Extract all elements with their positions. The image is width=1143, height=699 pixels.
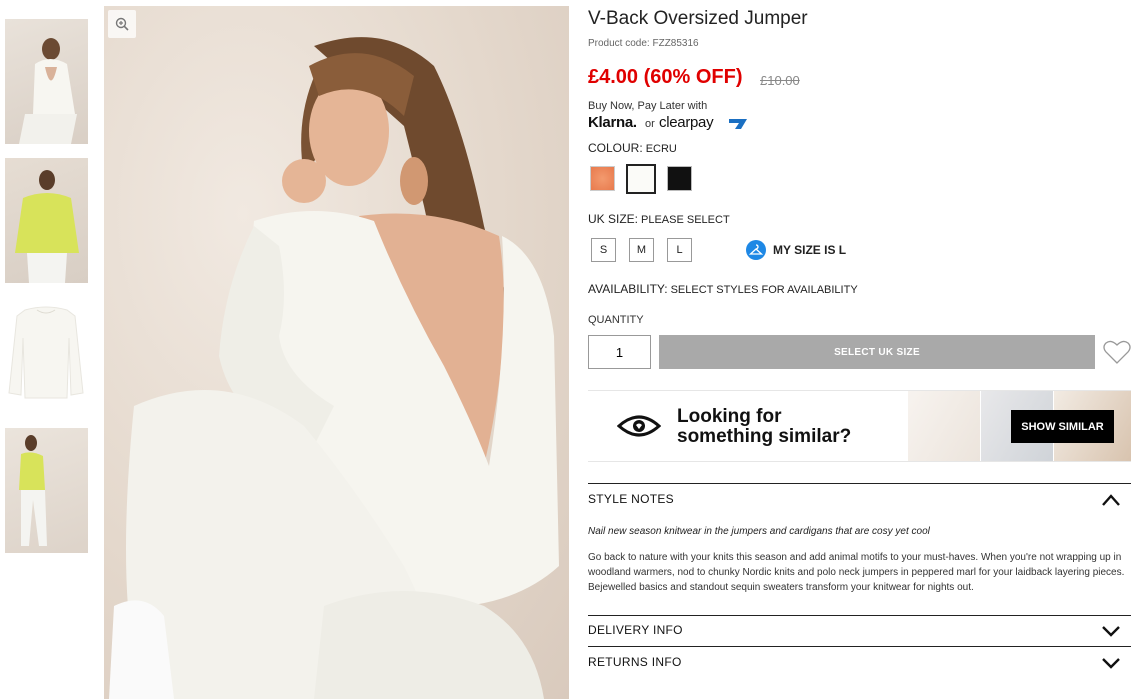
chevron-up-icon[interactable] [1101,493,1121,507]
heart-icon[interactable] [1102,338,1132,366]
model-illustration [109,37,559,699]
colour-label: COLOUR: ECRU [588,141,677,155]
quantity-input[interactable] [588,335,651,369]
size-button-s[interactable]: S [591,238,616,262]
chevron-down-icon[interactable] [1101,624,1121,638]
quantity-label: QUANTITY [588,314,644,326]
availability-label: AVAILABILITY: [588,282,668,296]
clearpay-arrow-icon [729,119,747,129]
thumbnail-full-length-image [19,435,47,546]
sale-price: £4.00 (60% OFF) [588,66,743,88]
hanger-glyph [749,244,763,255]
my-size-link[interactable]: MY SIZE IS L [773,243,846,257]
divider [588,483,1131,484]
style-notes-toggle[interactable]: STYLE NOTES [588,492,674,506]
colour-swatch-coral[interactable] [590,166,615,191]
style-notes-intro: Nail new season knitwear in the jumpers … [588,526,930,537]
colour-swatch-black[interactable] [667,166,692,191]
availability: AVAILABILITY: SELECT STYLES FOR AVAILABIL… [588,282,858,296]
hanger-icon[interactable] [746,240,766,260]
thumbnail-3[interactable] [5,298,88,423]
zoom-button[interactable] [108,10,136,38]
delivery-info-toggle[interactable]: DELIVERY INFO [588,623,683,637]
availability-value: SELECT STYLES FOR AVAILABILITY [670,284,858,296]
payment-or-text: or [645,118,655,130]
similar-heading: Looking for something similar? [677,407,851,447]
thumbnail-back-view-image [19,38,77,144]
returns-info-toggle[interactable]: RETURNS INFO [588,655,682,669]
product-code: Product code: FZZ85316 [588,38,699,49]
thumbnail-4[interactable] [5,428,88,553]
thumbnail-1[interactable] [5,19,88,144]
klarna-logo[interactable]: Klarna. [588,114,637,131]
main-product-image[interactable] [104,6,569,699]
original-price: £10.00 [760,73,800,88]
clearpay-logo[interactable]: clearpay [659,114,714,131]
colour-label-key: COLOUR: [588,141,643,155]
similar-banner: Looking for something similar? SHOW SIMI… [588,390,1131,462]
thumbnail-2[interactable] [5,158,88,283]
thumbnail-flat-jumper-image [8,306,84,399]
divider [588,646,1131,647]
similar-preview-1 [908,391,980,461]
style-notes-body: Go back to nature with your knits this s… [588,552,1125,593]
add-to-bag-button[interactable]: SELECT UK SIZE [659,335,1095,369]
colour-swatch-ecru[interactable] [626,164,656,194]
product-title: V-Back Oversized Jumper [588,8,808,29]
size-button-l[interactable]: L [667,238,692,262]
zoom-icon [115,17,129,31]
size-selected-value: PLEASE SELECT [641,214,730,226]
similar-line-1: Looking for [677,406,782,427]
show-similar-button[interactable]: SHOW SIMILAR [1011,410,1114,443]
divider [588,615,1131,616]
chevron-down-icon[interactable] [1101,656,1121,670]
bnpl-text: Buy Now, Pay Later with [588,100,708,112]
colour-selected-value: ECRU [645,143,677,155]
similar-line-2: something similar? [677,426,852,447]
thumbnail-lime-jumper-image [15,170,79,283]
eye-icon [617,415,661,437]
size-label-key: UK SIZE: [588,212,639,226]
size-button-m[interactable]: M [629,238,654,262]
size-label: UK SIZE: PLEASE SELECT [588,212,730,226]
